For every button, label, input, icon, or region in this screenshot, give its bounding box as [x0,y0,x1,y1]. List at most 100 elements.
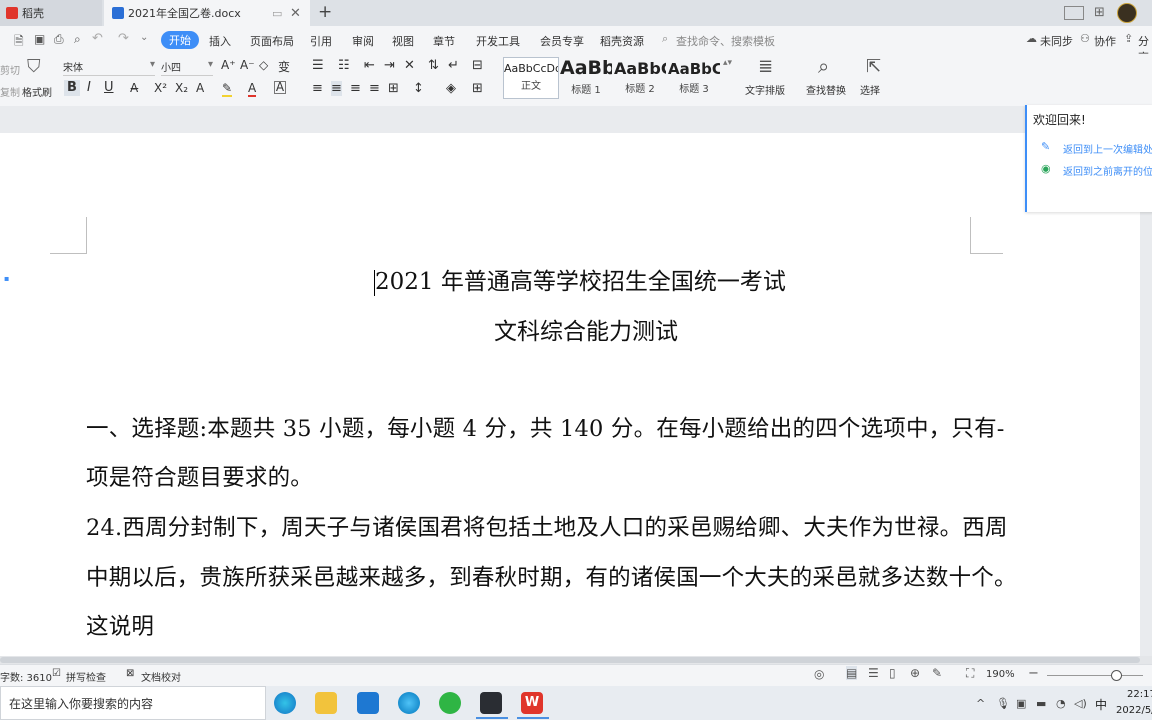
page-view-icon[interactable]: ▤ [846,666,858,680]
ie-icon[interactable] [398,692,420,714]
write-view-icon[interactable]: ✎ [932,666,942,680]
numbered-list-icon[interactable]: ☷ [338,58,350,73]
redo-icon[interactable]: ↷ [118,31,129,46]
close-tab-icon[interactable]: ✕ [290,6,301,21]
document-subtitle[interactable]: 文科综合能力测试 [494,312,678,346]
paragraph-line[interactable]: 一、选择题:本题共 35 小题，每小题 4 分，共 140 分。在每小题给出的四… [86,411,1005,443]
word-count[interactable]: 字数: 3610 [0,669,52,684]
tray-app-icon[interactable]: ▣ [1016,697,1026,710]
apps-grid-icon[interactable]: ⊞ [1094,5,1105,20]
subscript-icon[interactable]: X₂ [175,81,188,95]
eye-protect-icon[interactable]: ◎ [814,667,824,681]
sort-icon[interactable]: ⇅ [428,58,439,73]
copy-button[interactable]: 复制 [0,84,20,99]
paragraph-line[interactable]: 中期以后，贵族所获采邑越来越多，到春秋时期，有的诸侯国一个大夫的采邑就多达数十个… [86,560,1017,592]
bullet-list-icon[interactable]: ☰ [312,58,324,73]
styles-more-icon[interactable]: ▴▾ [723,58,732,68]
menu-review[interactable]: 审阅 [352,33,374,49]
file-explorer-icon[interactable] [315,692,337,714]
battery-icon[interactable]: ▬ [1036,697,1046,710]
return-leave-position-link[interactable]: 返回到之前离开的位置 [1063,163,1152,178]
read-view-icon[interactable]: ▯ [889,666,896,680]
align-right-icon[interactable]: ≡ [350,81,361,96]
print-icon[interactable]: ⎙ [54,32,64,47]
bold-icon[interactable]: B [64,80,80,96]
pin-icon[interactable]: ▭ [272,7,282,20]
highlight-icon[interactable]: ✎ [222,81,233,97]
recorder-icon[interactable] [480,692,502,714]
preview-icon[interactable]: ⌕ [74,32,81,47]
horizontal-scrollbar[interactable] [0,656,1152,664]
menu-chapter[interactable]: 章节 [433,33,455,49]
text-effect-icon[interactable]: A [196,81,204,95]
style-normal[interactable]: AaBbCcDd 正文 [503,57,559,99]
italic-icon[interactable]: I [87,80,91,95]
taskbar-search[interactable]: 在这里输入你要搜索的内容 [0,686,266,720]
new-tab-icon[interactable]: + [318,2,332,22]
style-heading-1[interactable]: AaBb 标题 1 [560,57,612,97]
edge-icon[interactable] [274,692,296,714]
scrollbar-thumb[interactable] [0,657,1140,663]
paragraph-line[interactable]: 项是符合题目要求的。 [86,460,313,492]
tab-home[interactable]: 稻壳 [0,0,102,26]
doc-proof-button[interactable]: 文档校对 [141,669,181,684]
show-marks-icon[interactable]: ↵ [448,58,459,73]
text-layout-button[interactable]: 文字排版 [745,82,785,97]
find-replace-button[interactable]: 查找替换 [806,82,846,97]
microphone-icon[interactable]: 🎙 [996,697,1010,710]
increase-indent-icon[interactable]: ⇥ [384,58,395,73]
save-icon[interactable]: ▣ [34,32,45,46]
font-color-icon[interactable]: A [248,81,257,97]
zoom-out-icon[interactable]: − [1028,666,1039,681]
document-title[interactable]: 2021 年普通高等学校招生全国统一考试 [374,262,786,296]
wps-icon[interactable]: W [521,692,543,714]
borders-icon[interactable]: ⊞ [472,81,483,96]
layout-icon[interactable] [1064,6,1084,20]
font-name-select[interactable]: 宋体 ▾ [63,59,155,76]
sync-status[interactable]: 未同步 [1040,33,1073,49]
phonetic-icon[interactable]: 变 [278,58,290,75]
clear-format-icon[interactable]: ◇ [259,58,268,72]
file-icon[interactable]: 🗎 [14,32,24,53]
menu-docer-resources[interactable]: 稻壳资源 [600,33,644,49]
underline-icon[interactable]: U [104,80,114,95]
command-search[interactable]: 查找命令、搜索模板 [676,33,775,49]
outline-view-icon[interactable]: ☰ [868,666,879,680]
return-last-edit-link[interactable]: 返回到上一次编辑处 [1063,141,1152,156]
char-border-icon[interactable]: A [274,81,286,94]
volume-icon[interactable]: ◁) [1074,697,1087,710]
shrink-font-icon[interactable]: A⁻ [240,58,255,72]
zoom-slider-handle[interactable] [1111,670,1122,681]
collab-button[interactable]: 协作 [1094,33,1116,49]
superscript-icon[interactable]: X² [154,81,167,95]
font-size-select[interactable]: 小四 ▾ [161,59,213,76]
justify-icon[interactable]: ≡ [369,81,380,96]
chevron-down-icon[interactable]: ⌄ [140,32,148,43]
clock-time[interactable]: 22:17 [1127,689,1152,700]
clock-date[interactable]: 2022/5/ [1116,705,1152,716]
select-button[interactable]: 选择 [860,82,880,97]
ime-indicator[interactable]: 中 [1095,696,1107,713]
tab-document[interactable]: 2021年全国乙卷.docx ▭ ✕ [104,0,310,26]
distributed-icon[interactable]: ⊞ [388,81,399,96]
menu-page-layout[interactable]: 页面布局 [250,33,294,49]
wifi-icon[interactable]: ◔ [1056,697,1066,710]
fit-page-icon[interactable]: ⛶ [966,666,974,681]
menu-developer[interactable]: 开发工具 [476,33,520,49]
zoom-slider[interactable] [1047,675,1143,676]
zoom-level[interactable]: 190% [986,669,1015,680]
align-left-icon[interactable]: ≡ [312,81,323,96]
menu-references[interactable]: 引用 [310,33,332,49]
shading-icon[interactable]: ◈ [446,81,456,96]
wechat-icon[interactable] [439,692,461,714]
paragraph-line[interactable]: 24.西周分封制下，周天子与诸侯国君将包括土地及人口的采邑赐给卿、大夫作为世禄。… [86,510,1008,542]
avatar[interactable] [1117,3,1137,23]
cut-button[interactable]: 剪切 [0,62,20,77]
paragraph-line[interactable]: 这说明 [86,609,154,641]
tray-expand-icon[interactable]: ^ [976,697,985,710]
align-center-icon[interactable]: ≡ [331,81,342,96]
menu-view[interactable]: 视图 [392,33,414,49]
strikethrough-icon[interactable]: A̶ [130,81,138,95]
menu-start[interactable]: 开始 [161,31,199,49]
chinese-layout-icon[interactable]: ✕ [404,58,415,73]
